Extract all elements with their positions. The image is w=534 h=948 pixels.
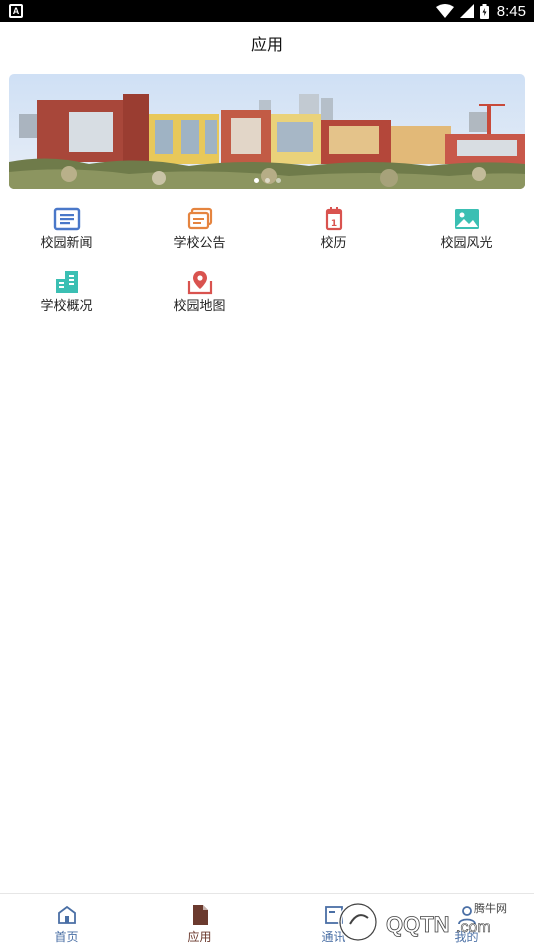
calendar-icon: 1 xyxy=(325,207,342,231)
app-campus-scenery[interactable]: 校园风光 xyxy=(400,198,533,260)
banner-dot[interactable] xyxy=(275,178,281,183)
app-label: 学校概况 xyxy=(40,299,93,314)
news-icon xyxy=(53,207,80,231)
landscape-icon xyxy=(454,209,479,229)
status-bar: A 8:45 xyxy=(0,0,534,22)
home-icon xyxy=(57,905,76,924)
map-pin-icon xyxy=(187,271,212,295)
qqtn-watermark-logo: QQTN .com 腾牛网 xyxy=(338,901,507,942)
document-icon xyxy=(192,905,208,925)
app-campus-news[interactable]: 校园新闻 xyxy=(0,198,133,260)
app-school-announcement[interactable]: 学校公告 xyxy=(133,198,266,260)
svg-text:腾牛网: 腾牛网 xyxy=(474,901,507,915)
banner-dot[interactable] xyxy=(253,178,259,183)
building-icon xyxy=(55,271,78,293)
app-school-calendar[interactable]: 1 校历 xyxy=(267,198,400,260)
status-icons: 8:45 xyxy=(435,2,526,20)
svg-text:.com: .com xyxy=(456,919,491,936)
svg-text:QQTN: QQTN xyxy=(386,912,450,937)
tab-home[interactable]: 首页 xyxy=(0,894,133,948)
app-school-overview[interactable]: 学校概况 xyxy=(0,261,133,323)
app-label: 校园风光 xyxy=(440,236,493,251)
tab-label: 应用 xyxy=(187,930,212,944)
app-label: 校历 xyxy=(320,236,347,251)
app-label: 学校公告 xyxy=(173,236,226,251)
campus-banner[interactable] xyxy=(9,74,525,189)
android-notification-icon: A xyxy=(9,4,23,18)
app-label: 校园新闻 xyxy=(40,236,93,251)
page-title: 应用 xyxy=(250,35,283,54)
svg-text:1: 1 xyxy=(330,219,336,229)
banner-dot[interactable] xyxy=(264,178,270,183)
wifi-icon xyxy=(435,4,454,18)
app-campus-map[interactable]: 校园地图 xyxy=(133,261,266,323)
battery-icon xyxy=(479,3,489,19)
announcement-icon xyxy=(187,207,212,230)
tab-apps[interactable]: 应用 xyxy=(133,894,266,948)
banner-pagination xyxy=(9,178,525,183)
tab-label: 首页 xyxy=(54,930,79,944)
cell-signal-icon xyxy=(459,4,474,18)
app-label: 校园地图 xyxy=(173,299,226,314)
campus-photo xyxy=(9,74,525,189)
status-time: 8:45 xyxy=(496,2,526,20)
